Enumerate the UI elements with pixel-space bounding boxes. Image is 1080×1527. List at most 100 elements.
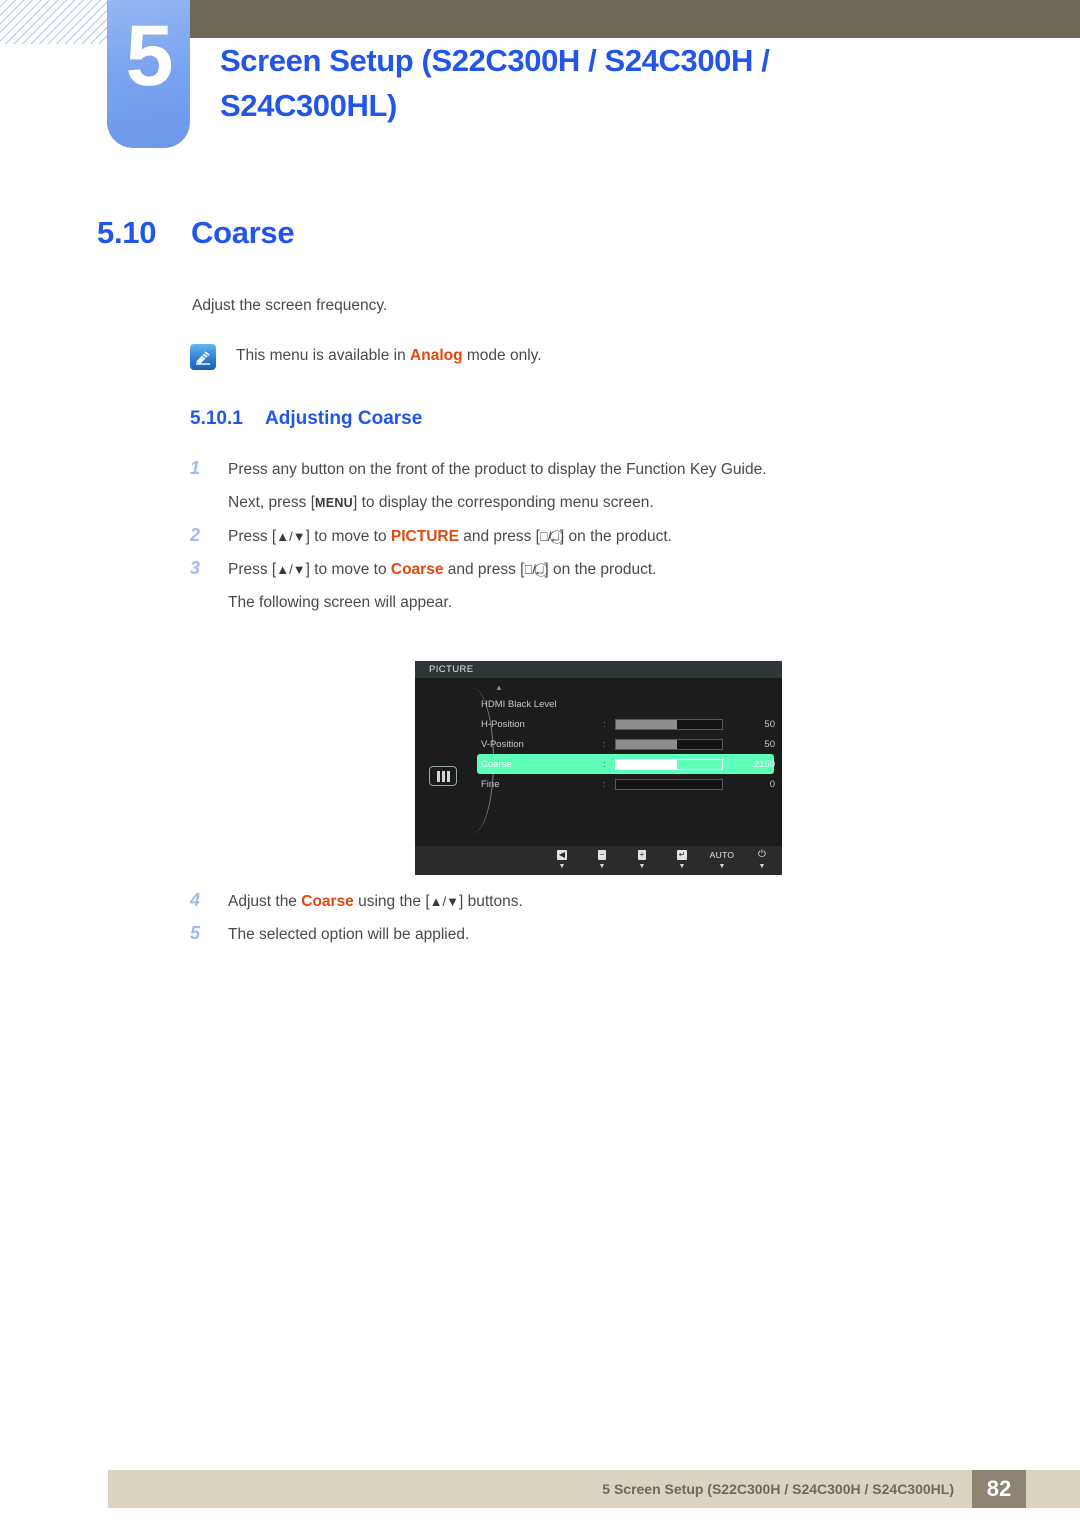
note-callout: This menu is available in Analog mode on… [190,343,542,370]
power-icon[interactable]: ⏻ ▼ [742,849,782,871]
step-part: ] to move to [305,561,391,578]
subsection-number: 5.10.1 [190,408,243,429]
step-part: Press [ [228,561,277,578]
source-enter-icons: ⎕/↵⃝ [524,562,545,577]
step-number: 5 [190,923,201,943]
enter-glyph: ↵ [676,850,688,860]
osd-row-slider[interactable] [615,758,723,770]
osd-row-colon: : [603,718,606,730]
down-triangle-icon: ▼ [558,863,566,870]
picture-bars-icon [429,766,457,786]
auto-button[interactable]: AUTO ▼ [702,849,742,871]
osd-scroll-up-icon: ▲ [495,683,503,692]
step-part: and press [ [458,528,540,545]
step-item: 1 Press any button on the front of the p… [190,458,950,481]
osd-row-value: 50 [764,718,775,730]
step-item: 5 The selected option will be applied. [190,923,950,946]
osd-menu-list: HDMI Black Level H-Position : 50 V-Posit… [477,694,775,794]
section-heading: 5.10 Coarse [97,215,295,251]
osd-row-colon: : [603,758,606,770]
step-number: 1 [190,458,201,478]
osd-row-slider[interactable] [615,718,723,730]
footer-text: 5 Screen Setup (S22C300H / S24C300H / S2… [602,1481,954,1497]
subsection-title: Adjusting Coarse [265,408,423,429]
note-keyword: Analog [410,347,463,364]
osd-row-label: Fine [481,778,500,790]
step-part: and press [ [443,561,525,578]
chapter-number-badge: 5 [107,0,190,148]
step-keyword: Coarse [301,893,354,910]
plus-icon[interactable]: + ▼ [622,849,662,871]
down-triangle-icon: ▼ [678,863,686,870]
down-triangle-icon: ▼ [598,863,606,870]
osd-row-label: HDMI Black Level [481,698,557,710]
osd-row-value: 50 [764,738,775,750]
menu-key-label: MENU [315,496,354,510]
osd-row-slider[interactable] [615,738,723,750]
power-glyph: ⏻ [758,849,766,860]
note-text-after: mode only. [462,347,542,364]
osd-row-coarse[interactable]: Coarse : 2160 [477,754,775,774]
section-intro-text: Adjust the screen frequency. [192,297,388,314]
note-text-before: This menu is available in [236,347,411,364]
step-part: ] to move to [305,528,391,545]
up-down-arrows-icon: ▲/▼ [276,529,306,544]
steps-list-continued: 4 Adjust the Coarse using the [▲/▼] butt… [190,890,950,956]
step-subline: Next, press [MENU] to display the corres… [228,491,950,515]
step-item: 4 Adjust the Coarse using the [▲/▼] butt… [190,890,950,913]
down-triangle-icon: ▼ [758,863,766,870]
down-triangle-icon: ▼ [638,863,646,870]
step-keyword: Coarse [390,561,444,578]
step-keyword: PICTURE [390,528,459,545]
auto-label: AUTO [709,850,735,860]
back-arrow-icon[interactable]: ◀ ▼ [542,849,582,871]
note-pen-icon [190,344,216,370]
note-text: This menu is available in Analog mode on… [236,343,542,369]
osd-row-h-position[interactable]: H-Position : 50 [477,714,775,734]
page-footer: 5 Screen Setup (S22C300H / S24C300H / S2… [108,1470,1080,1508]
osd-row-value: 0 [769,778,775,790]
step-subline-before: Next, press [ [228,494,315,511]
up-down-arrows-icon: ▲/▼ [429,894,459,909]
note-pen-icon-svg [196,350,211,365]
osd-row-label: V-Position [481,738,524,750]
page-number: 82 [972,1470,1026,1508]
step-text: Press [▲/▼] to move to Coarse and press … [228,558,656,581]
header-olive-bar [190,0,1080,38]
step-item: 2 Press [▲/▼] to move to PICTURE and pre… [190,525,950,548]
osd-row-label: Coarse [481,758,512,770]
osd-row-hdmi-black-level[interactable]: HDMI Black Level [477,694,774,714]
section-number: 5.10 [97,215,157,250]
down-triangle-icon: ▼ [718,863,726,870]
osd-row-v-position[interactable]: V-Position : 50 [477,734,775,754]
step-part: Press [ [228,528,277,545]
section-title: Coarse [191,215,295,250]
osd-row-fine[interactable]: Fine : 0 [477,774,775,794]
enter-icon[interactable]: ↵ ▼ [662,849,702,871]
osd-row-colon: : [603,778,606,790]
back-arrow-glyph: ◀ [556,850,568,860]
step-subline: The following screen will appear. [228,594,453,611]
step-part: ] on the product. [544,561,657,578]
minus-icon[interactable]: − ▼ [582,849,622,871]
step-number: 2 [190,525,201,545]
step-part: ] on the product. [559,528,672,545]
step-text: Press any button on the front of the pro… [228,461,767,478]
step-part: ] buttons. [459,893,523,910]
osd-row-slider[interactable] [615,778,723,790]
step-number: 3 [190,558,201,578]
subsection-heading: 5.10.1 Adjusting Coarse [190,408,422,430]
step-number: 4 [190,890,201,910]
source-enter-icons: ⎕/↵⃝ [539,529,560,544]
steps-list: 1 Press any button on the front of the p… [190,458,950,624]
step-text: Adjust the Coarse using the [▲/▼] button… [228,890,523,913]
osd-row-colon: : [603,738,606,750]
osd-screenshot: PICTURE ▲ HDMI Black Level H-Position : … [415,661,782,875]
osd-row-label: H-Position [481,718,525,730]
osd-row-value: 2160 [753,758,775,770]
chapter-title: Screen Setup (S22C300H / S24C300H / S24C… [220,43,770,123]
step-part: Adjust the [228,893,302,910]
osd-title: PICTURE [415,661,782,678]
osd-button-guide: ◀ ▼ − ▼ + ▼ ↵ ▼ AUTO ▼ ⏻ ▼ [415,846,782,875]
step-subline-after: ] to display the corresponding menu scre… [353,494,654,511]
